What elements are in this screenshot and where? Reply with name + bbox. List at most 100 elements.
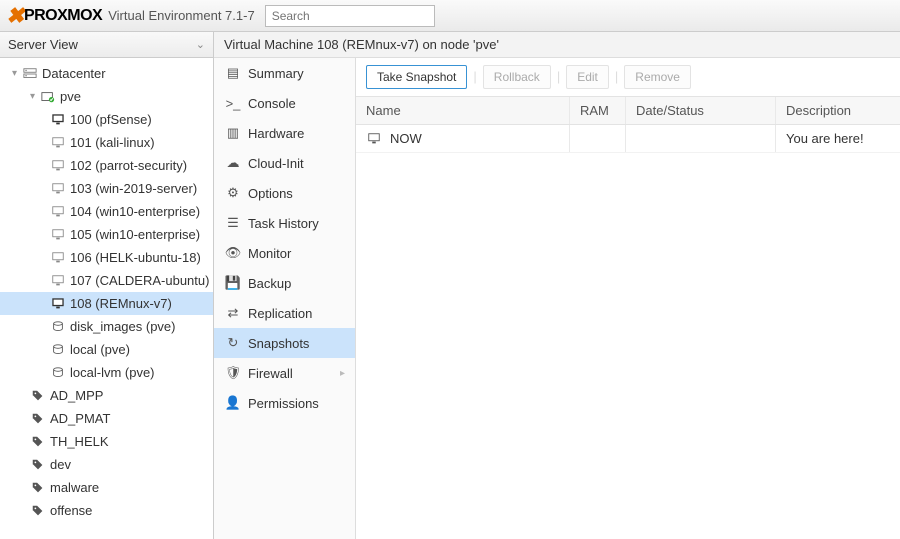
nav-task-history[interactable]: ☰ Task History xyxy=(214,208,355,238)
nav-label: Summary xyxy=(248,66,304,81)
nav-replication[interactable]: ⇄ Replication xyxy=(214,298,355,328)
nav-permissions[interactable]: 👤Permissions xyxy=(214,388,355,418)
collapse-icon[interactable]: ▾ xyxy=(12,68,22,79)
nav-label: Cloud-Init xyxy=(248,156,304,171)
tree-storage[interactable]: disk_images (pve) xyxy=(0,315,213,338)
nav-label: Replication xyxy=(248,306,312,321)
table-row[interactable]: NOW You are here! xyxy=(356,125,900,153)
tree-label: 103 (win-2019-server) xyxy=(70,181,197,196)
tree-label: AD_MPP xyxy=(50,388,103,403)
tree-storage[interactable]: local (pve) xyxy=(0,338,213,361)
cell-name: NOW xyxy=(356,125,570,152)
tree-label: 100 (pfSense) xyxy=(70,112,152,127)
tree-label: 106 (HELK-ubuntu-18) xyxy=(70,250,201,265)
tree-vm[interactable]: 101 (kali-linux) xyxy=(0,131,213,154)
col-date[interactable]: Date/Status xyxy=(626,97,776,124)
list-icon: ☰ xyxy=(224,215,242,231)
tree-vm[interactable]: 105 (win10-enterprise) xyxy=(0,223,213,246)
monitor-icon xyxy=(50,205,66,219)
panel-title: Server View xyxy=(8,37,78,52)
tree-label: dev xyxy=(50,457,71,472)
tree-vm[interactable]: 100 (pfSense) xyxy=(0,108,213,131)
nav-label: Backup xyxy=(248,276,291,291)
cell-ram xyxy=(570,125,626,152)
tag-icon xyxy=(30,458,46,472)
nav-label: Permissions xyxy=(248,396,319,411)
book-icon: ▤ xyxy=(224,65,242,81)
monitor-icon xyxy=(50,136,66,150)
col-desc[interactable]: Description xyxy=(776,97,900,124)
monitor-icon xyxy=(50,228,66,242)
rollback-button[interactable]: Rollback xyxy=(483,65,551,89)
nav-options[interactable]: ⚙Options xyxy=(214,178,355,208)
proxmox-logo: ✖ PROXMOX xyxy=(6,3,102,29)
server-view-dropdown[interactable]: Server View ⌄ xyxy=(0,32,213,58)
tree-label: 108 (REMnux-v7) xyxy=(70,296,172,311)
floppy-icon: 💾 xyxy=(224,275,242,291)
col-name[interactable]: Name xyxy=(356,97,570,124)
cell-desc: You are here! xyxy=(776,125,900,152)
tree-label: disk_images (pve) xyxy=(70,319,176,334)
tree-label: 102 (parrot-security) xyxy=(70,158,187,173)
tree-label: 104 (win10-enterprise) xyxy=(70,204,200,219)
server-icon xyxy=(22,67,38,81)
chip-icon: ▥ xyxy=(224,125,242,141)
terminal-icon: >_ xyxy=(224,96,242,111)
cloud-icon: ☁ xyxy=(224,155,242,171)
monitor-icon xyxy=(50,159,66,173)
shield-icon: 🛡 xyxy=(224,365,242,381)
tree-storage[interactable]: local-lvm (pve) xyxy=(0,361,213,384)
tree-label: offense xyxy=(50,503,92,518)
nav-label: Monitor xyxy=(248,246,291,261)
snapshot-table: Name RAM Date/Status Description NOW You… xyxy=(356,96,900,153)
tree-vm[interactable]: 103 (win-2019-server) xyxy=(0,177,213,200)
cell-date xyxy=(626,125,776,152)
chevron-right-icon: ▸ xyxy=(340,368,345,379)
disk-icon xyxy=(50,343,66,357)
config-nav: ▤ Summary >_Console ▥Hardware ☁ Cloud-Init… xyxy=(214,58,356,539)
tree-datacenter[interactable]: ▾ Datacenter xyxy=(0,62,213,85)
tree-vm[interactable]: 104 (win10-enterprise) xyxy=(0,200,213,223)
collapse-icon[interactable]: ▾ xyxy=(30,91,40,102)
nav-label: Firewall xyxy=(248,366,293,381)
tree-tag[interactable]: malware xyxy=(0,476,213,499)
nav-console[interactable]: >_Console xyxy=(214,88,355,118)
tree-vm[interactable]: 102 (parrot-security) xyxy=(0,154,213,177)
node-icon xyxy=(40,90,56,104)
remove-button[interactable]: Remove xyxy=(624,65,691,89)
nav-firewall[interactable]: 🛡 Firewall ▸ xyxy=(214,358,355,388)
tree-tag[interactable]: offense xyxy=(0,499,213,522)
nav-summary[interactable]: ▤ Summary xyxy=(214,58,355,88)
col-ram[interactable]: RAM xyxy=(570,97,626,124)
sync-icon: ⇄ xyxy=(224,305,242,321)
tree-vm-selected[interactable]: 108 (REMnux-v7) xyxy=(0,292,213,315)
tree-tag[interactable]: AD_MPP xyxy=(0,384,213,407)
nav-monitor[interactable]: 👁Monitor xyxy=(214,238,355,268)
cell-name-text: NOW xyxy=(390,131,422,146)
take-snapshot-button[interactable]: Take Snapshot xyxy=(366,65,467,89)
tree-tag[interactable]: TH_HELK xyxy=(0,430,213,453)
tree-tag[interactable]: AD_PMAT xyxy=(0,407,213,430)
edit-button[interactable]: Edit xyxy=(566,65,609,89)
tree-vm[interactable]: 106 (HELK-ubuntu-18) xyxy=(0,246,213,269)
tree-label: local-lvm (pve) xyxy=(70,365,155,380)
tree-tag[interactable]: dev xyxy=(0,453,213,476)
tree-label: 101 (kali-linux) xyxy=(70,135,155,150)
tree-node-pve[interactable]: ▾ pve xyxy=(0,85,213,108)
nav-hardware[interactable]: ▥Hardware xyxy=(214,118,355,148)
snapshot-toolbar: Take Snapshot | Rollback | Edit | Remove xyxy=(356,58,900,96)
tree-label: pve xyxy=(60,89,81,104)
tree-label: 105 (win10-enterprise) xyxy=(70,227,200,242)
nav-backup[interactable]: 💾 Backup xyxy=(214,268,355,298)
separator: | xyxy=(473,69,476,84)
tree-label: Datacenter xyxy=(42,66,106,81)
nav-snapshots[interactable]: ↻Snapshots xyxy=(214,328,355,358)
tree-label: AD_PMAT xyxy=(50,411,110,426)
nav-cloudinit[interactable]: ☁ Cloud-Init xyxy=(214,148,355,178)
search-input[interactable] xyxy=(265,5,435,27)
nav-label: Task History xyxy=(248,216,319,231)
resource-tree: ▾ Datacenter ▾ pve 100 (pfSense) 101 (ka… xyxy=(0,58,213,526)
chevron-down-icon: ⌄ xyxy=(196,38,205,51)
monitor-icon xyxy=(50,274,66,288)
tree-vm[interactable]: 107 (CALDERA-ubuntu) xyxy=(0,269,213,292)
